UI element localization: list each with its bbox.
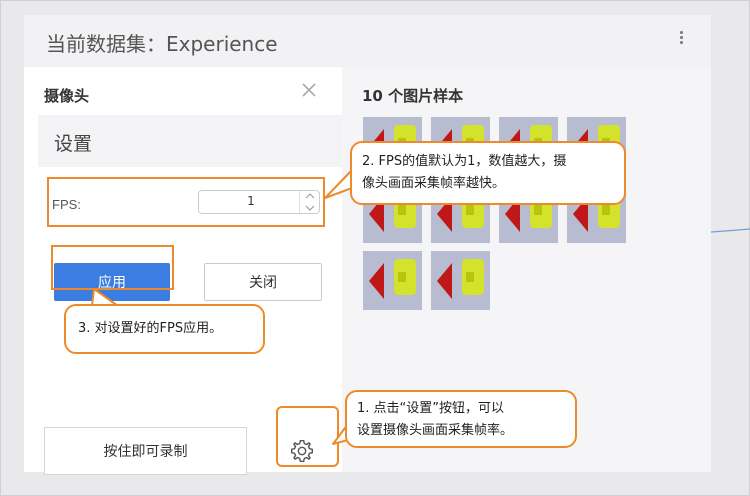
callout-settings-line-1: 1. 点击“设置”按钮，可以 — [357, 401, 505, 416]
card-header: 当前数据集：Experience — [24, 15, 711, 67]
callout-fps-line-2: 像头画面采集帧率越快。 — [362, 176, 506, 191]
close-settings-button[interactable]: 关闭 — [204, 263, 322, 301]
fps-highlight-box — [47, 177, 325, 227]
close-icon[interactable] — [300, 81, 318, 99]
settings-heading: 设置 — [54, 133, 93, 155]
apply-highlight-box — [51, 245, 174, 290]
sample-thumbnail[interactable] — [431, 251, 490, 310]
kebab-menu-icon[interactable] — [677, 29, 685, 49]
sample-thumbnail[interactable] — [363, 251, 422, 310]
callout-fps: 2. FPS的值默认为1，数值越大，摄 像头画面采集帧率越快。 — [350, 141, 626, 205]
samples-title: 10 个图片样本 — [362, 87, 464, 105]
red-triangle-shape — [437, 263, 452, 299]
page-title: 当前数据集：Experience — [46, 32, 278, 56]
background-line — [711, 228, 750, 233]
yellow-block-shape — [394, 259, 416, 295]
yellow-block-shape — [462, 259, 484, 295]
camera-panel-title: 摄像头 — [44, 87, 90, 105]
red-triangle-shape — [369, 263, 384, 299]
callout-apply-text: 3. 对设置好的FPS应用。 — [78, 321, 223, 336]
settings-heading-bar: 设置 — [38, 115, 342, 167]
callout-settings: 1. 点击“设置”按钮，可以 设置摄像头画面采集帧率。 — [345, 390, 577, 448]
hold-to-record-button[interactable]: 按住即可录制 — [44, 427, 247, 475]
callout-apply: 3. 对设置好的FPS应用。 — [64, 304, 265, 354]
callout-fps-line-1: 2. FPS的值默认为1，数值越大，摄 — [362, 154, 567, 169]
callout-settings-line-2: 设置摄像头画面采集帧率。 — [357, 423, 514, 438]
